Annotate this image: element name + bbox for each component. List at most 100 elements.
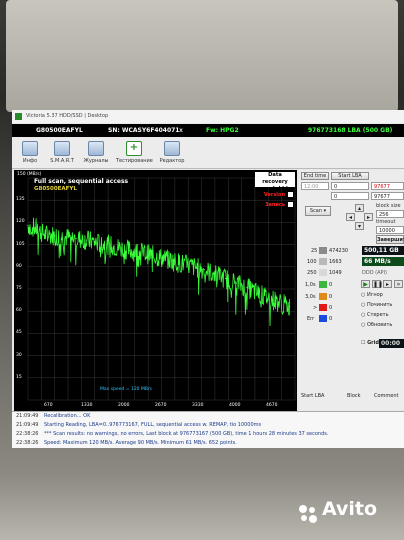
block-size-field[interactable]: 256 bbox=[376, 210, 404, 218]
direction-pad[interactable]: ▴ ◂ ▸ ▾ bbox=[346, 204, 373, 230]
y-tick-label: 135 bbox=[16, 197, 25, 203]
arrow-right-icon[interactable]: ▸ bbox=[364, 213, 373, 221]
record-toggle[interactable]: Запись bbox=[265, 202, 293, 208]
err-count: 0 bbox=[329, 316, 333, 322]
col-comment[interactable]: Comment bbox=[374, 393, 399, 399]
finish-button[interactable]: Завершить bbox=[376, 235, 404, 244]
tab-logs-label: Журналы bbox=[83, 158, 109, 164]
info-icon bbox=[22, 141, 38, 156]
speed-point bbox=[192, 266, 195, 268]
scan-button-label: Scan bbox=[309, 208, 323, 214]
speed-point bbox=[96, 242, 99, 244]
scan-button[interactable]: Scan ▾ bbox=[305, 206, 331, 216]
tab-test-label: Тестирование bbox=[116, 158, 153, 164]
log-message: Speed: Maximum 120 MB/s. Average 90 MB/s… bbox=[44, 440, 237, 446]
x-tick-label: 2000 bbox=[118, 403, 130, 408]
erase-option[interactable]: ○ Стереть bbox=[361, 312, 389, 318]
speed-point bbox=[35, 227, 37, 229]
test-icon bbox=[126, 141, 142, 156]
end-time-button[interactable]: End time bbox=[301, 172, 329, 180]
y-tick-label: 15 bbox=[16, 374, 22, 380]
y-tick-label: 75 bbox=[16, 286, 22, 291]
version-toggle[interactable]: Version bbox=[264, 192, 293, 198]
drive-serial: SN: WCASY6F404071 bbox=[108, 127, 180, 134]
timeout-field[interactable]: 10000 bbox=[376, 226, 404, 234]
data-recovery-watermark: Data recovery www.hdd.by bbox=[255, 172, 295, 192]
count-25: 474230 bbox=[329, 248, 349, 254]
title-bar: Victoria 5.37 HDD/SSD | Desktop bbox=[12, 110, 404, 123]
col-block[interactable]: Block bbox=[347, 393, 361, 399]
speed-point bbox=[171, 260, 173, 262]
drive-close[interactable]: x bbox=[179, 127, 183, 134]
y-tick-label: 30 bbox=[16, 352, 22, 358]
speed-point bbox=[128, 249, 131, 252]
speed-point bbox=[107, 244, 109, 246]
record-label: Запись bbox=[264, 202, 285, 208]
ignore-label: Игнор bbox=[366, 292, 383, 298]
count-10s: 0 bbox=[329, 305, 333, 311]
grid-toggle[interactable]: ☐ Grid bbox=[361, 340, 379, 346]
watermark-line1: Data recovery bbox=[262, 172, 288, 185]
log-time: 21:09:49 bbox=[16, 413, 39, 419]
x-tick-label: 4670 bbox=[266, 403, 278, 408]
arrow-down-icon[interactable]: ▾ bbox=[355, 222, 364, 230]
x-tick-label: 1330 bbox=[81, 403, 93, 408]
log-time: 22:38:26 bbox=[16, 440, 39, 446]
count-100: 1663 bbox=[329, 259, 342, 265]
tab-test[interactable]: Тестирование bbox=[116, 141, 153, 166]
speed-point bbox=[267, 297, 269, 299]
time-field[interactable]: 12:00 bbox=[301, 182, 329, 190]
start-lba-button[interactable]: Start LBA bbox=[331, 172, 369, 180]
start-lba-field[interactable]: 0 bbox=[331, 182, 369, 190]
lba-field-2[interactable]: 0 bbox=[331, 192, 369, 200]
y-axis-top-label: 150 (MB/s) bbox=[17, 172, 42, 177]
step-icon[interactable]: ▸ bbox=[383, 280, 392, 288]
x-tick-label: 4000 bbox=[229, 403, 241, 408]
y-tick-label: 45 bbox=[16, 330, 22, 336]
grid-label: Grid bbox=[367, 340, 379, 346]
speed-point bbox=[75, 238, 77, 240]
log-row: 21:09:49 Starting Reading, LBA=0..976773… bbox=[12, 422, 404, 430]
repair-option[interactable]: ○ Починить bbox=[361, 302, 392, 308]
max-speed-label: Max speed = 120 MB/s bbox=[100, 387, 152, 392]
tab-logs[interactable]: Журналы bbox=[82, 141, 110, 166]
monitor-bezel-top bbox=[6, 0, 398, 112]
version-checkbox[interactable] bbox=[288, 192, 293, 197]
arrow-up-icon[interactable]: ▴ bbox=[355, 204, 364, 212]
play-icon[interactable]: ▶ bbox=[361, 280, 370, 288]
speed-point bbox=[214, 273, 216, 275]
ddd-label[interactable]: DDD (API) bbox=[362, 270, 387, 276]
record-checkbox[interactable] bbox=[288, 202, 293, 207]
log-time: 22:38:26 bbox=[16, 431, 39, 437]
app-icon bbox=[15, 113, 22, 120]
tab-editor[interactable]: Редактор bbox=[158, 141, 186, 166]
count-3s: 0 bbox=[329, 294, 333, 300]
speed-point bbox=[64, 236, 66, 238]
event-log: 21:09:49 Recalibration... OK 21:09:49 St… bbox=[12, 411, 404, 448]
count-1s: 0 bbox=[329, 282, 333, 288]
refresh-option[interactable]: ○ Обновить bbox=[361, 322, 392, 328]
scanned-size: 500,11 GB bbox=[362, 246, 404, 255]
tab-smart[interactable]: S.M.A.R.T bbox=[48, 141, 76, 166]
log-row: 21:09:49 Recalibration... OK bbox=[12, 413, 404, 421]
tab-info[interactable]: Инфо bbox=[16, 141, 44, 166]
speed-point bbox=[54, 235, 56, 237]
arrow-left-icon[interactable]: ◂ bbox=[346, 213, 355, 221]
speed-point bbox=[160, 257, 163, 259]
log-message: *** Scan results: no warnings, no errors… bbox=[44, 431, 329, 437]
avito-logo-icon bbox=[299, 505, 317, 523]
skip-icon[interactable]: » bbox=[394, 280, 403, 288]
end-lba-field[interactable]: 97677 bbox=[371, 182, 404, 190]
y-tick-label: 120 bbox=[16, 219, 25, 225]
swatch-err bbox=[319, 315, 327, 322]
action-radio-group: ○ Игнор ○ Починить ○ Стереть ○ Обновить bbox=[361, 292, 404, 337]
refresh-label: Обновить bbox=[366, 322, 393, 328]
lba-field-3[interactable]: 97677 bbox=[371, 192, 404, 200]
col-start-lba[interactable]: Start LBA bbox=[301, 393, 324, 399]
avito-watermark: Avito bbox=[322, 498, 378, 520]
x-tick-label: 3330 bbox=[192, 403, 204, 408]
ignore-option[interactable]: ○ Игнор bbox=[361, 292, 383, 298]
speed-point bbox=[86, 239, 88, 241]
speed-point bbox=[203, 269, 205, 271]
pause-icon[interactable]: ❚❚ bbox=[372, 280, 383, 288]
